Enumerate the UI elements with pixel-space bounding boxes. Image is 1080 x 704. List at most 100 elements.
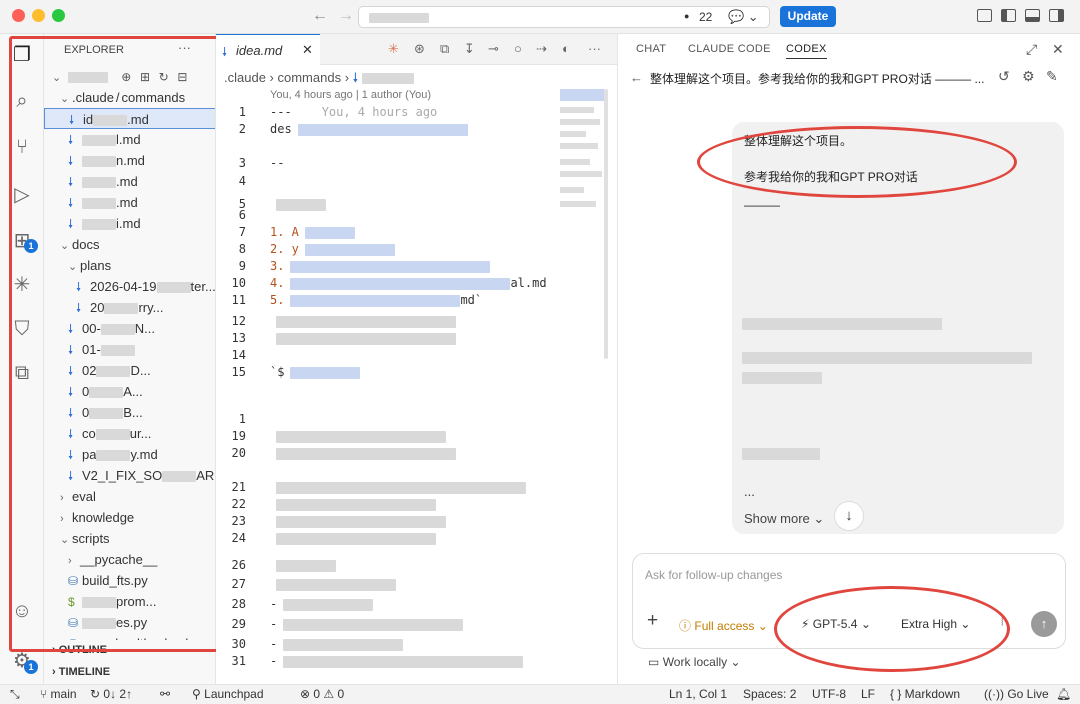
problems-indicator[interactable]: ⊗ 0 ⚠ 0	[300, 687, 344, 701]
tree-file[interactable]: $ prom...	[44, 591, 215, 612]
workspace-root-row[interactable]: ⌄ ⊕ ⊞ ↻ ⊟	[44, 66, 215, 87]
code-line[interactable]	[270, 531, 436, 545]
tree-folder[interactable]: ⌄ scripts	[44, 528, 215, 549]
update-button[interactable]: Update	[780, 6, 836, 27]
run-debug-icon[interactable]: ▷	[0, 182, 44, 207]
tree-file[interactable]: 🠗 01-	[44, 339, 215, 360]
tree-file[interactable]: 🠗 0 A...	[44, 381, 215, 402]
tree-file[interactable]: 🠗 .md	[44, 171, 215, 192]
tree-file[interactable]: 🠗 l.md	[44, 129, 215, 150]
add-attachment-button[interactable]: +	[647, 610, 658, 632]
code-line[interactable]: 4. al.md	[270, 276, 547, 290]
scroll-to-bottom-button[interactable]: ↓	[834, 501, 864, 531]
new-file-icon[interactable]: ⊕	[121, 70, 131, 84]
access-selector[interactable]: ⓘ Full access ⌄	[679, 617, 768, 634]
command-center-search[interactable]: ● 22 💬 ⌄	[358, 6, 770, 28]
tree-file[interactable]: 🠗 V2_I_FIX_SO AR...	[44, 465, 215, 486]
back-arrow-icon[interactable]: ←	[630, 70, 643, 85]
code-line[interactable]: -	[270, 617, 464, 631]
tree-file[interactable]: 🠗 .md	[44, 192, 215, 213]
code-line[interactable]	[270, 577, 396, 591]
code-line[interactable]	[270, 314, 456, 328]
breadcrumb-claude[interactable]: .claude	[224, 70, 266, 85]
code-line[interactable]	[270, 514, 446, 528]
git-compare-icon[interactable]: ↧	[464, 41, 475, 57]
cursor-position[interactable]: Ln 1, Col 1	[669, 687, 727, 701]
git-commit-icon[interactable]: ⊸	[488, 41, 499, 57]
toggle-secondary-sidebar-icon[interactable]	[1049, 9, 1064, 22]
bookmark-shield-icon[interactable]: ⛉	[0, 318, 44, 341]
tab-chat[interactable]: CHAT	[636, 43, 666, 55]
reasoning-effort-selector[interactable]: Extra High ⌄	[901, 617, 970, 631]
voice-icon[interactable]: ⦚	[1001, 615, 1004, 630]
tree-folder[interactable]: › __pycache__	[44, 549, 215, 570]
tree-folder[interactable]: › knowledge	[44, 507, 215, 528]
editor-scrollbar[interactable]	[604, 89, 608, 359]
settings-gear-icon[interactable]: ⚙	[1022, 68, 1035, 85]
search-icon[interactable]: ⌕	[0, 90, 44, 113]
minimize-window-button[interactable]	[32, 9, 45, 22]
zoom-window-button[interactable]	[52, 9, 65, 22]
code-line[interactable]: -	[270, 597, 374, 611]
tree-file[interactable]: 🠗 20 rry...	[44, 297, 215, 318]
tree-file[interactable]: 🠗 00- N...	[44, 318, 215, 339]
code-line[interactable]	[270, 429, 446, 443]
toggle-primary-sidebar-icon[interactable]	[1001, 9, 1016, 22]
send-button[interactable]: ↑	[1031, 611, 1057, 637]
remote-indicator-icon[interactable]: ⤡	[10, 687, 20, 702]
follow-up-input[interactable]	[645, 568, 1025, 582]
tree-file[interactable]: 🠗 n.md	[44, 150, 215, 171]
explorer-more-icon[interactable]: ···	[178, 40, 191, 55]
code-line[interactable]: `$	[270, 365, 361, 379]
remote-explorer-icon[interactable]: ⧉	[0, 362, 44, 385]
tree-file[interactable]: 🠗 co ur...	[44, 423, 215, 444]
sync-indicator[interactable]: ↻ 0↓ 2↑	[90, 687, 132, 701]
go-live-button[interactable]: ((·)) Go Live	[984, 687, 1049, 701]
code-line[interactable]: --- You, 4 hours ago	[270, 105, 437, 119]
back-arrow-icon[interactable]: ←	[312, 7, 328, 25]
tree-file[interactable]: ⛁ es.py	[44, 612, 215, 633]
refresh-icon[interactable]: ↻	[159, 70, 169, 84]
tree-file[interactable]: 🠗 0 B...	[44, 402, 215, 423]
tree-file[interactable]: 🠗 pa y.md	[44, 444, 215, 465]
timeline-section[interactable]: › TIMELINE	[44, 662, 215, 683]
source-control-icon[interactable]: ⑂	[0, 136, 44, 159]
code-line[interactable]	[270, 331, 456, 345]
maximize-icon[interactable]: ⤢	[1026, 41, 1037, 58]
prev-change-icon[interactable]: ○	[514, 41, 522, 56]
code-line[interactable]: 2. y	[270, 242, 395, 256]
tree-folder[interactable]: ⌄ .claude / commands	[44, 87, 215, 108]
breadcrumb-commands[interactable]: commands	[278, 70, 342, 85]
indentation[interactable]: Spaces: 2	[743, 687, 796, 701]
extensions-icon[interactable]: ⊞	[0, 228, 44, 253]
model-selector[interactable]: ⚡ GPT-5.4 ⌄	[801, 617, 871, 631]
tree-folder[interactable]: › eval	[44, 486, 215, 507]
open-preview-icon[interactable]: ⧉	[440, 41, 449, 57]
code-line[interactable]	[270, 497, 436, 511]
code-line[interactable]: 3.	[270, 259, 491, 273]
close-window-button[interactable]	[12, 9, 25, 22]
tree-file[interactable]: 🠗 02 D...	[44, 360, 215, 381]
code-line[interactable]: des	[270, 122, 468, 136]
work-locally-selector[interactable]: ▭ Work locally ⌄	[648, 655, 741, 669]
language-mode[interactable]: { } Markdown	[890, 687, 960, 701]
customize-layout-icon[interactable]	[977, 9, 992, 22]
git-graph-icon[interactable]: ⚯	[160, 687, 170, 701]
timeline-history-icon[interactable]: ◐	[562, 41, 570, 56]
toggle-panel-icon[interactable]	[1025, 9, 1040, 22]
branch-indicator[interactable]: ⑂ main	[40, 687, 77, 701]
launchpad-button[interactable]: ⚲ Launchpad	[192, 687, 264, 701]
history-icon[interactable]: ↺	[998, 68, 1010, 85]
tree-folder[interactable]: ⌄ plans	[44, 255, 215, 276]
account-icon[interactable]: ☺	[0, 600, 44, 623]
code-line[interactable]: 5. md`	[270, 293, 482, 307]
tab-codex[interactable]: CODEX	[786, 43, 827, 59]
openai-action-icon[interactable]: ⊛	[414, 41, 425, 57]
show-more-button[interactable]: Show more ⌄	[744, 511, 824, 527]
encoding[interactable]: UTF-8	[812, 687, 846, 701]
code-line[interactable]: --	[270, 156, 284, 170]
code-line[interactable]	[270, 558, 336, 572]
code-line[interactable]: -	[270, 637, 404, 651]
claude-asterisk-icon[interactable]: ✳	[0, 272, 44, 297]
chat-icon[interactable]: 💬 ⌄	[728, 9, 759, 25]
